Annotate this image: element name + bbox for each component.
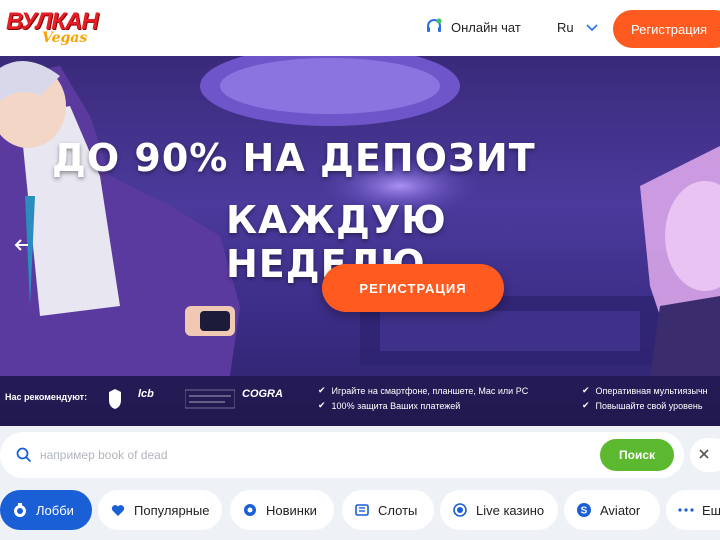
shield-badge-icon xyxy=(108,388,122,415)
header: ВУЛКАН Vegas Онлайн чат Ru Регистрация xyxy=(0,0,720,56)
search-bar: Поиск xyxy=(0,432,684,478)
banner-register-button[interactable]: РЕГИСТРАЦИЯ xyxy=(322,264,504,312)
tab-slots[interactable]: Слоты xyxy=(342,490,434,530)
tab-new[interactable]: Новинки xyxy=(230,490,334,530)
chat-headset-icon xyxy=(425,18,443,36)
svg-text:S: S xyxy=(581,506,588,517)
lobby-icon xyxy=(12,502,28,518)
feature-text: Повышайте свой уровень xyxy=(595,400,703,411)
header-register-button[interactable]: Регистрация xyxy=(613,10,720,48)
tab-label: Популярные xyxy=(134,502,210,518)
live-icon xyxy=(452,502,468,518)
tab-lobby[interactable]: Лобби xyxy=(0,490,92,530)
recommendations-bar: Нас рекомендуют: lcb COGRA ✔ Играйте на … xyxy=(0,376,720,426)
chat-label: Онлайн чат xyxy=(451,19,521,35)
feature-text: Играйте на смартфоне, планшете, Mac или … xyxy=(331,385,529,396)
logo[interactable]: ВУЛКАН Vegas xyxy=(6,6,106,50)
tab-label: Лобби xyxy=(36,502,74,518)
feature-text: 100% защита Ваших платежей xyxy=(331,400,461,411)
aviator-icon: S xyxy=(576,502,592,518)
tab-label: Aviator xyxy=(600,502,641,518)
partner-badge-icon xyxy=(184,388,236,415)
check-icon: ✔ xyxy=(318,400,326,410)
tab-popular[interactable]: Популярные xyxy=(98,490,222,530)
banner-headline-line1: ДО 90% НА ДЕПОЗИТ xyxy=(52,136,536,180)
tab-label: Ещ xyxy=(702,502,720,518)
feature-item: ✔ Оперативная мультиязычн xyxy=(582,385,708,396)
feature-text: Оперативная мультиязычн xyxy=(595,385,708,396)
logo-sub-text: Vegas xyxy=(42,30,88,46)
close-icon xyxy=(698,447,710,463)
check-icon: ✔ xyxy=(318,385,326,395)
partner-cogra[interactable]: COGRA xyxy=(242,388,283,400)
language-selector[interactable]: Ru xyxy=(557,20,598,35)
heart-icon xyxy=(110,502,126,518)
partner-lcb[interactable]: lcb xyxy=(138,388,154,400)
new-icon xyxy=(242,502,258,518)
more-icon xyxy=(678,502,694,518)
tab-aviator[interactable]: S Aviator xyxy=(564,490,660,530)
online-chat-link[interactable]: Онлайн чат xyxy=(425,18,521,36)
tab-live-casino[interactable]: Live казино xyxy=(440,490,558,530)
tab-label: Слоты xyxy=(378,502,418,518)
feature-item: ✔ 100% защита Ваших платежей xyxy=(318,400,460,411)
slots-icon xyxy=(354,502,370,518)
feature-item: ✔ Играйте на смартфоне, планшете, Mac ил… xyxy=(318,385,528,396)
recommend-label: Нас рекомендуют: xyxy=(5,392,88,402)
promo-banner[interactable]: ДО 90% НА ДЕПОЗИТ КАЖДУЮ НЕДЕЛЮ РЕГИСТРА… xyxy=(0,56,720,426)
tab-more[interactable]: Ещ xyxy=(666,490,720,530)
search-clear-button[interactable] xyxy=(690,438,720,472)
check-icon: ✔ xyxy=(582,400,590,410)
check-icon: ✔ xyxy=(582,385,590,395)
page: ВУЛКАН Vegas Онлайн чат Ru Регистрация Д… xyxy=(0,0,720,540)
language-value: Ru xyxy=(557,20,574,35)
partner-lcb-label: lcb xyxy=(138,388,154,400)
chevron-down-icon xyxy=(586,21,598,35)
search-icon xyxy=(16,447,32,463)
search-input[interactable] xyxy=(40,442,580,468)
search-button[interactable]: Поиск xyxy=(600,439,674,471)
partner-cogra-label: COGRA xyxy=(242,388,283,400)
tab-label: Live казино xyxy=(476,502,545,518)
tab-label: Новинки xyxy=(266,502,317,518)
search-area: Поиск xyxy=(0,432,720,478)
banner-prev-arrow-icon[interactable] xyxy=(14,236,30,259)
feature-item: ✔ Повышайте свой уровень xyxy=(582,400,703,411)
category-tabs: Лобби Популярные Новинки Слоты Live кази… xyxy=(0,490,720,530)
